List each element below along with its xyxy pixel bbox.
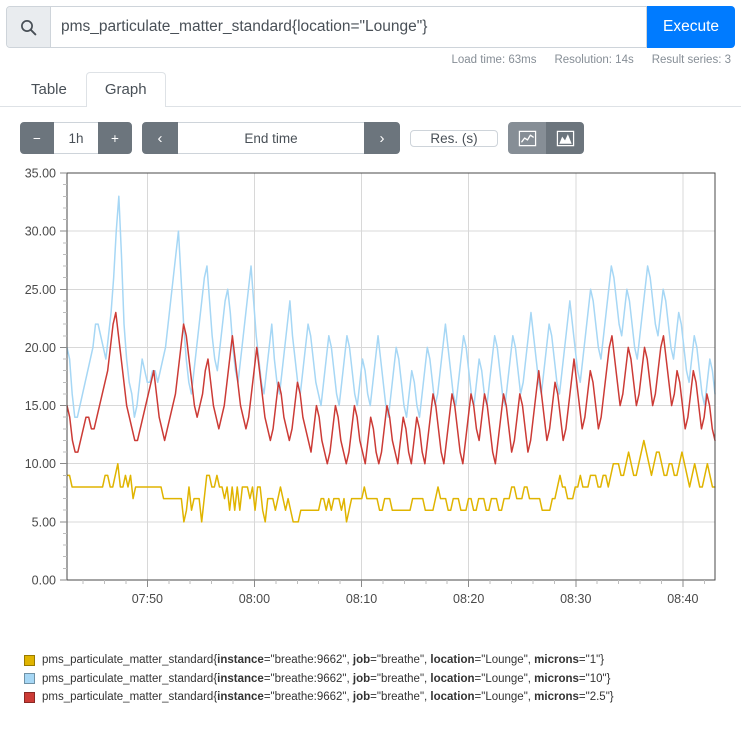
endtime-next-button[interactable]: ›: [364, 122, 400, 154]
search-icon: [7, 7, 51, 47]
timeseries-plot[interactable]: 0.00 5.00 10.00 15.00 20.00 25.00 30.00 35.00 07…: [10, 165, 731, 643]
series-line-0: [66, 439, 716, 523]
y-axis-tick-label: 0.00: [32, 574, 56, 588]
x-axis-tick-label: 08:20: [453, 592, 484, 606]
x-axis-tick-label: 08:00: [239, 592, 270, 606]
y-axis-tick-label: 10.00: [25, 457, 56, 471]
legend-series-label: pms_particulate_matter_standard{instance…: [42, 672, 611, 685]
endtime-control-group: ‹ End time ›: [142, 122, 400, 154]
y-axis-tick-label: 30.00: [25, 225, 56, 239]
series-legend: pms_particulate_matter_standard{instance…: [10, 643, 731, 707]
query-bar: Execute: [0, 0, 741, 48]
range-increase-button[interactable]: +: [98, 122, 132, 154]
legend-series-label: pms_particulate_matter_standard{instance…: [42, 691, 614, 704]
x-axis-tick-label: 07:50: [132, 592, 163, 606]
result-series-stat: Result series: 3: [651, 54, 731, 66]
query-stats: Load time: 63ms Resolution: 14s Result s…: [0, 48, 741, 70]
endtime-input[interactable]: End time: [178, 122, 364, 154]
y-axis-tick-label: 20.00: [25, 341, 56, 355]
endtime-previous-button[interactable]: ‹: [142, 122, 178, 154]
legend-color-swatch: [24, 692, 35, 704]
stacked-area-chart-icon[interactable]: [546, 122, 584, 154]
chart-type-group: [508, 122, 584, 154]
tab-graph[interactable]: Graph: [85, 72, 166, 107]
graph-panel: − 1h + ‹ End time › Res. (s) 0.00 5.00 1…: [0, 106, 741, 707]
query-input[interactable]: [51, 7, 646, 47]
y-axis-tick-label: 15.00: [25, 399, 56, 413]
view-tabs: Table Graph: [0, 70, 741, 107]
graph-toolbar: − 1h + ‹ End time › Res. (s): [10, 121, 731, 155]
query-input-group: [6, 6, 647, 48]
range-value-input[interactable]: 1h: [54, 122, 98, 154]
legend-series-label: pms_particulate_matter_standard{instance…: [42, 654, 605, 666]
resolution-input[interactable]: Res. (s): [410, 129, 498, 147]
tab-table[interactable]: Table: [12, 72, 86, 107]
range-control-group: − 1h +: [20, 122, 132, 154]
x-axis-tick-label: 08:10: [346, 592, 377, 606]
graph-chart: 0.00 5.00 10.00 15.00 20.00 25.00 30.00 35.00 07…: [10, 165, 731, 643]
legend-item[interactable]: pms_particulate_matter_standard{instance…: [24, 670, 731, 689]
y-axis-tick-label: 25.00: [25, 283, 56, 297]
x-axis-tick-label: 08:40: [667, 592, 698, 606]
line-chart-icon[interactable]: [508, 122, 546, 154]
execute-button[interactable]: Execute: [646, 6, 735, 48]
load-time-stat: Load time: 63ms: [451, 54, 537, 66]
legend-color-swatch: [24, 654, 35, 666]
legend-item[interactable]: pms_particulate_matter_standard{instance…: [24, 688, 731, 707]
y-axis-tick-label: 5.00: [32, 515, 56, 529]
legend-item[interactable]: pms_particulate_matter_standard{instance…: [24, 651, 731, 670]
resolution-stat: Resolution: 14s: [554, 54, 634, 66]
x-axis-tick-label: 08:30: [560, 592, 591, 606]
legend-color-swatch: [24, 673, 35, 685]
y-axis-tick-label: 35.00: [25, 167, 56, 181]
range-decrease-button[interactable]: −: [20, 122, 54, 154]
